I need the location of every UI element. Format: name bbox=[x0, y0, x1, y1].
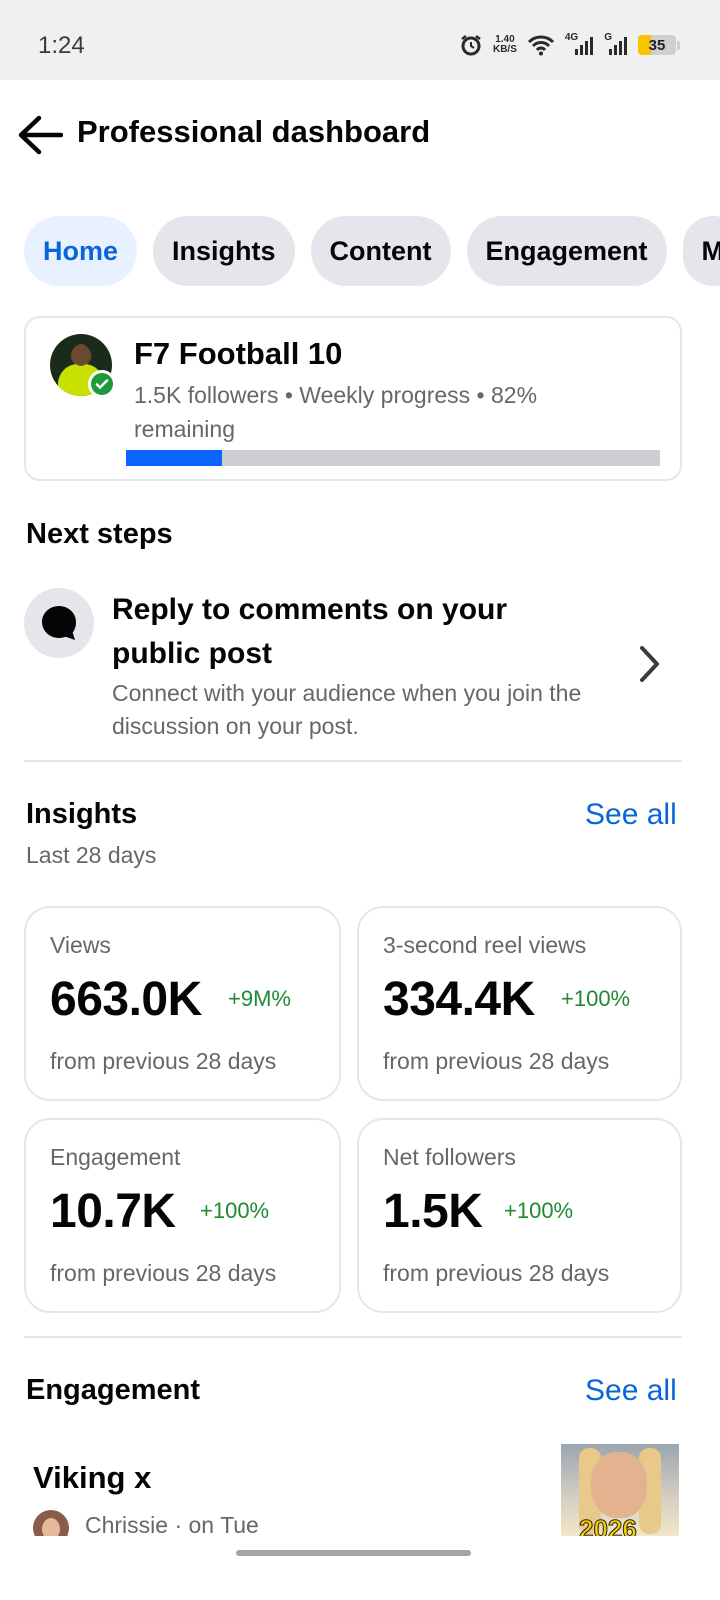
metric-label: Views bbox=[50, 932, 111, 958]
insights-title: Insights bbox=[26, 798, 138, 830]
metric-card-net-followers[interactable]: Net followers 1.5K +100% from previous 2… bbox=[357, 1118, 682, 1313]
metric-card-views[interactable]: Views 663.0K +9M% from previous 28 days bbox=[24, 906, 341, 1101]
wifi-icon bbox=[527, 35, 554, 56]
back-button[interactable] bbox=[14, 110, 66, 160]
metric-change: +9M% bbox=[228, 986, 291, 1011]
comment-bubble-icon bbox=[42, 606, 76, 640]
page-title: Professional dashboard bbox=[77, 114, 431, 149]
battery-level: 35 bbox=[648, 36, 666, 54]
metric-card-engagement[interactable]: Engagement 10.7K +100% from previous 28 … bbox=[24, 1118, 341, 1313]
next-step-title[interactable]: Reply to comments on your public post bbox=[112, 588, 582, 676]
network-type-1: 4G bbox=[564, 31, 579, 43]
metric-change: +100% bbox=[561, 986, 631, 1011]
engagement-title: Engagement bbox=[26, 1374, 201, 1406]
step-icon bbox=[24, 588, 94, 658]
battery-icon: 35 bbox=[638, 35, 676, 55]
tab-bar: Home Insights Content Engagement M bbox=[24, 216, 720, 286]
metric-foot: from previous 28 days bbox=[50, 1048, 277, 1074]
next-steps-title: Next steps bbox=[26, 518, 173, 550]
bottom-area bbox=[0, 1536, 720, 1600]
network-type-2: G bbox=[604, 31, 612, 43]
insights-see-all-link[interactable]: See all bbox=[585, 798, 677, 832]
metric-label: 3-second reel views bbox=[383, 932, 587, 958]
next-step-description: Connect with your audience when you join… bbox=[112, 680, 582, 739]
metric-change: +100% bbox=[200, 1198, 270, 1223]
metric-change: +100% bbox=[504, 1198, 574, 1223]
thumbnail-caption: 2026 bbox=[579, 1514, 638, 1537]
metric-label: Net followers bbox=[383, 1144, 516, 1170]
network-speed: 1.40 KB/S bbox=[493, 35, 517, 55]
arrow-left-icon bbox=[18, 115, 63, 155]
weekly-progress-fill bbox=[126, 450, 223, 466]
tab-engagement[interactable]: Engagement bbox=[466, 216, 667, 286]
metric-card-reel-views[interactable]: 3-second reel views 334.4K +100% from pr… bbox=[357, 906, 682, 1101]
alarm-icon bbox=[461, 35, 481, 56]
divider bbox=[24, 1336, 682, 1338]
metric-value: 10.7K bbox=[50, 1185, 176, 1238]
metric-value: 1.5K bbox=[383, 1185, 483, 1238]
tab-home[interactable]: Home bbox=[24, 216, 138, 286]
engagement-see-all-link[interactable]: See all bbox=[585, 1374, 677, 1408]
profile-name: F7 Football 10 bbox=[134, 336, 343, 371]
home-indicator[interactable] bbox=[236, 1550, 471, 1556]
network-speed-unit: KB/S bbox=[492, 44, 517, 55]
tab-more[interactable]: M bbox=[682, 216, 720, 286]
tab-insights[interactable]: Insights bbox=[153, 216, 295, 286]
post-title[interactable]: Viking x bbox=[33, 1460, 151, 1496]
chevron-right-icon[interactable] bbox=[628, 642, 672, 686]
metric-foot: from previous 28 days bbox=[50, 1260, 277, 1286]
divider bbox=[24, 760, 682, 762]
insights-subtitle: Last 28 days bbox=[26, 842, 157, 868]
tab-content[interactable]: Content bbox=[310, 216, 451, 286]
metric-foot: from previous 28 days bbox=[383, 1048, 610, 1074]
profile-meta: 1.5K followers • Weekly progress • 82% r… bbox=[134, 382, 538, 442]
weekly-progress-bar bbox=[126, 450, 660, 466]
status-bar: 1:24 1.40 KB/S 4G G 35 bbox=[0, 0, 720, 80]
verified-check-icon bbox=[88, 370, 116, 398]
metric-label: Engagement bbox=[50, 1144, 181, 1170]
metric-value: 334.4K bbox=[383, 973, 535, 1026]
metric-foot: from previous 28 days bbox=[383, 1260, 610, 1286]
metric-value: 663.0K bbox=[50, 973, 202, 1026]
post-thumbnail[interactable]: 2026 bbox=[561, 1444, 679, 1536]
status-icons: 1.40 KB/S 4G G 35 bbox=[459, 30, 680, 60]
app-header: Professional dashboard bbox=[0, 80, 720, 190]
post-meta: Chrissie · on Tue bbox=[85, 1512, 259, 1538]
status-time: 1:24 bbox=[38, 32, 85, 59]
profile-card[interactable]: F7 Football 10 1.5K followers • Weekly p… bbox=[24, 316, 682, 481]
